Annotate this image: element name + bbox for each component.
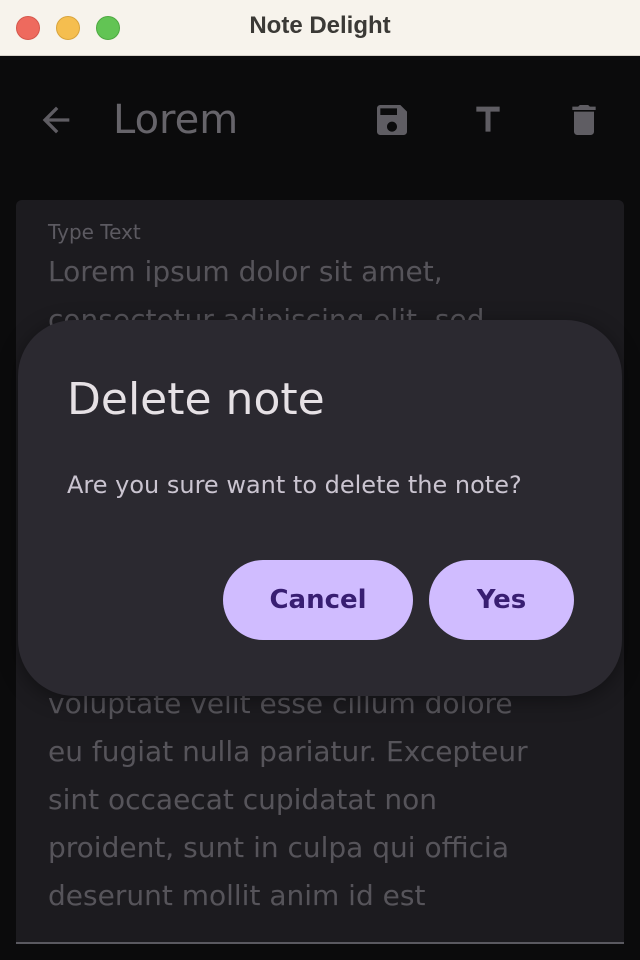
window-title: Note Delight <box>249 12 391 39</box>
dialog-message: Are you sure want to delete the note? <box>67 471 522 499</box>
delete-note-dialog: Delete note Are you sure want to delete … <box>18 320 622 696</box>
app-window: Note Delight Lorem Type Text Lorem ipsum… <box>0 0 640 960</box>
window-titlebar[interactable]: Note Delight <box>0 0 640 56</box>
dialog-title: Delete note <box>67 374 325 425</box>
confirm-delete-button[interactable]: Yes <box>429 560 574 640</box>
cancel-button[interactable]: Cancel <box>223 560 413 640</box>
